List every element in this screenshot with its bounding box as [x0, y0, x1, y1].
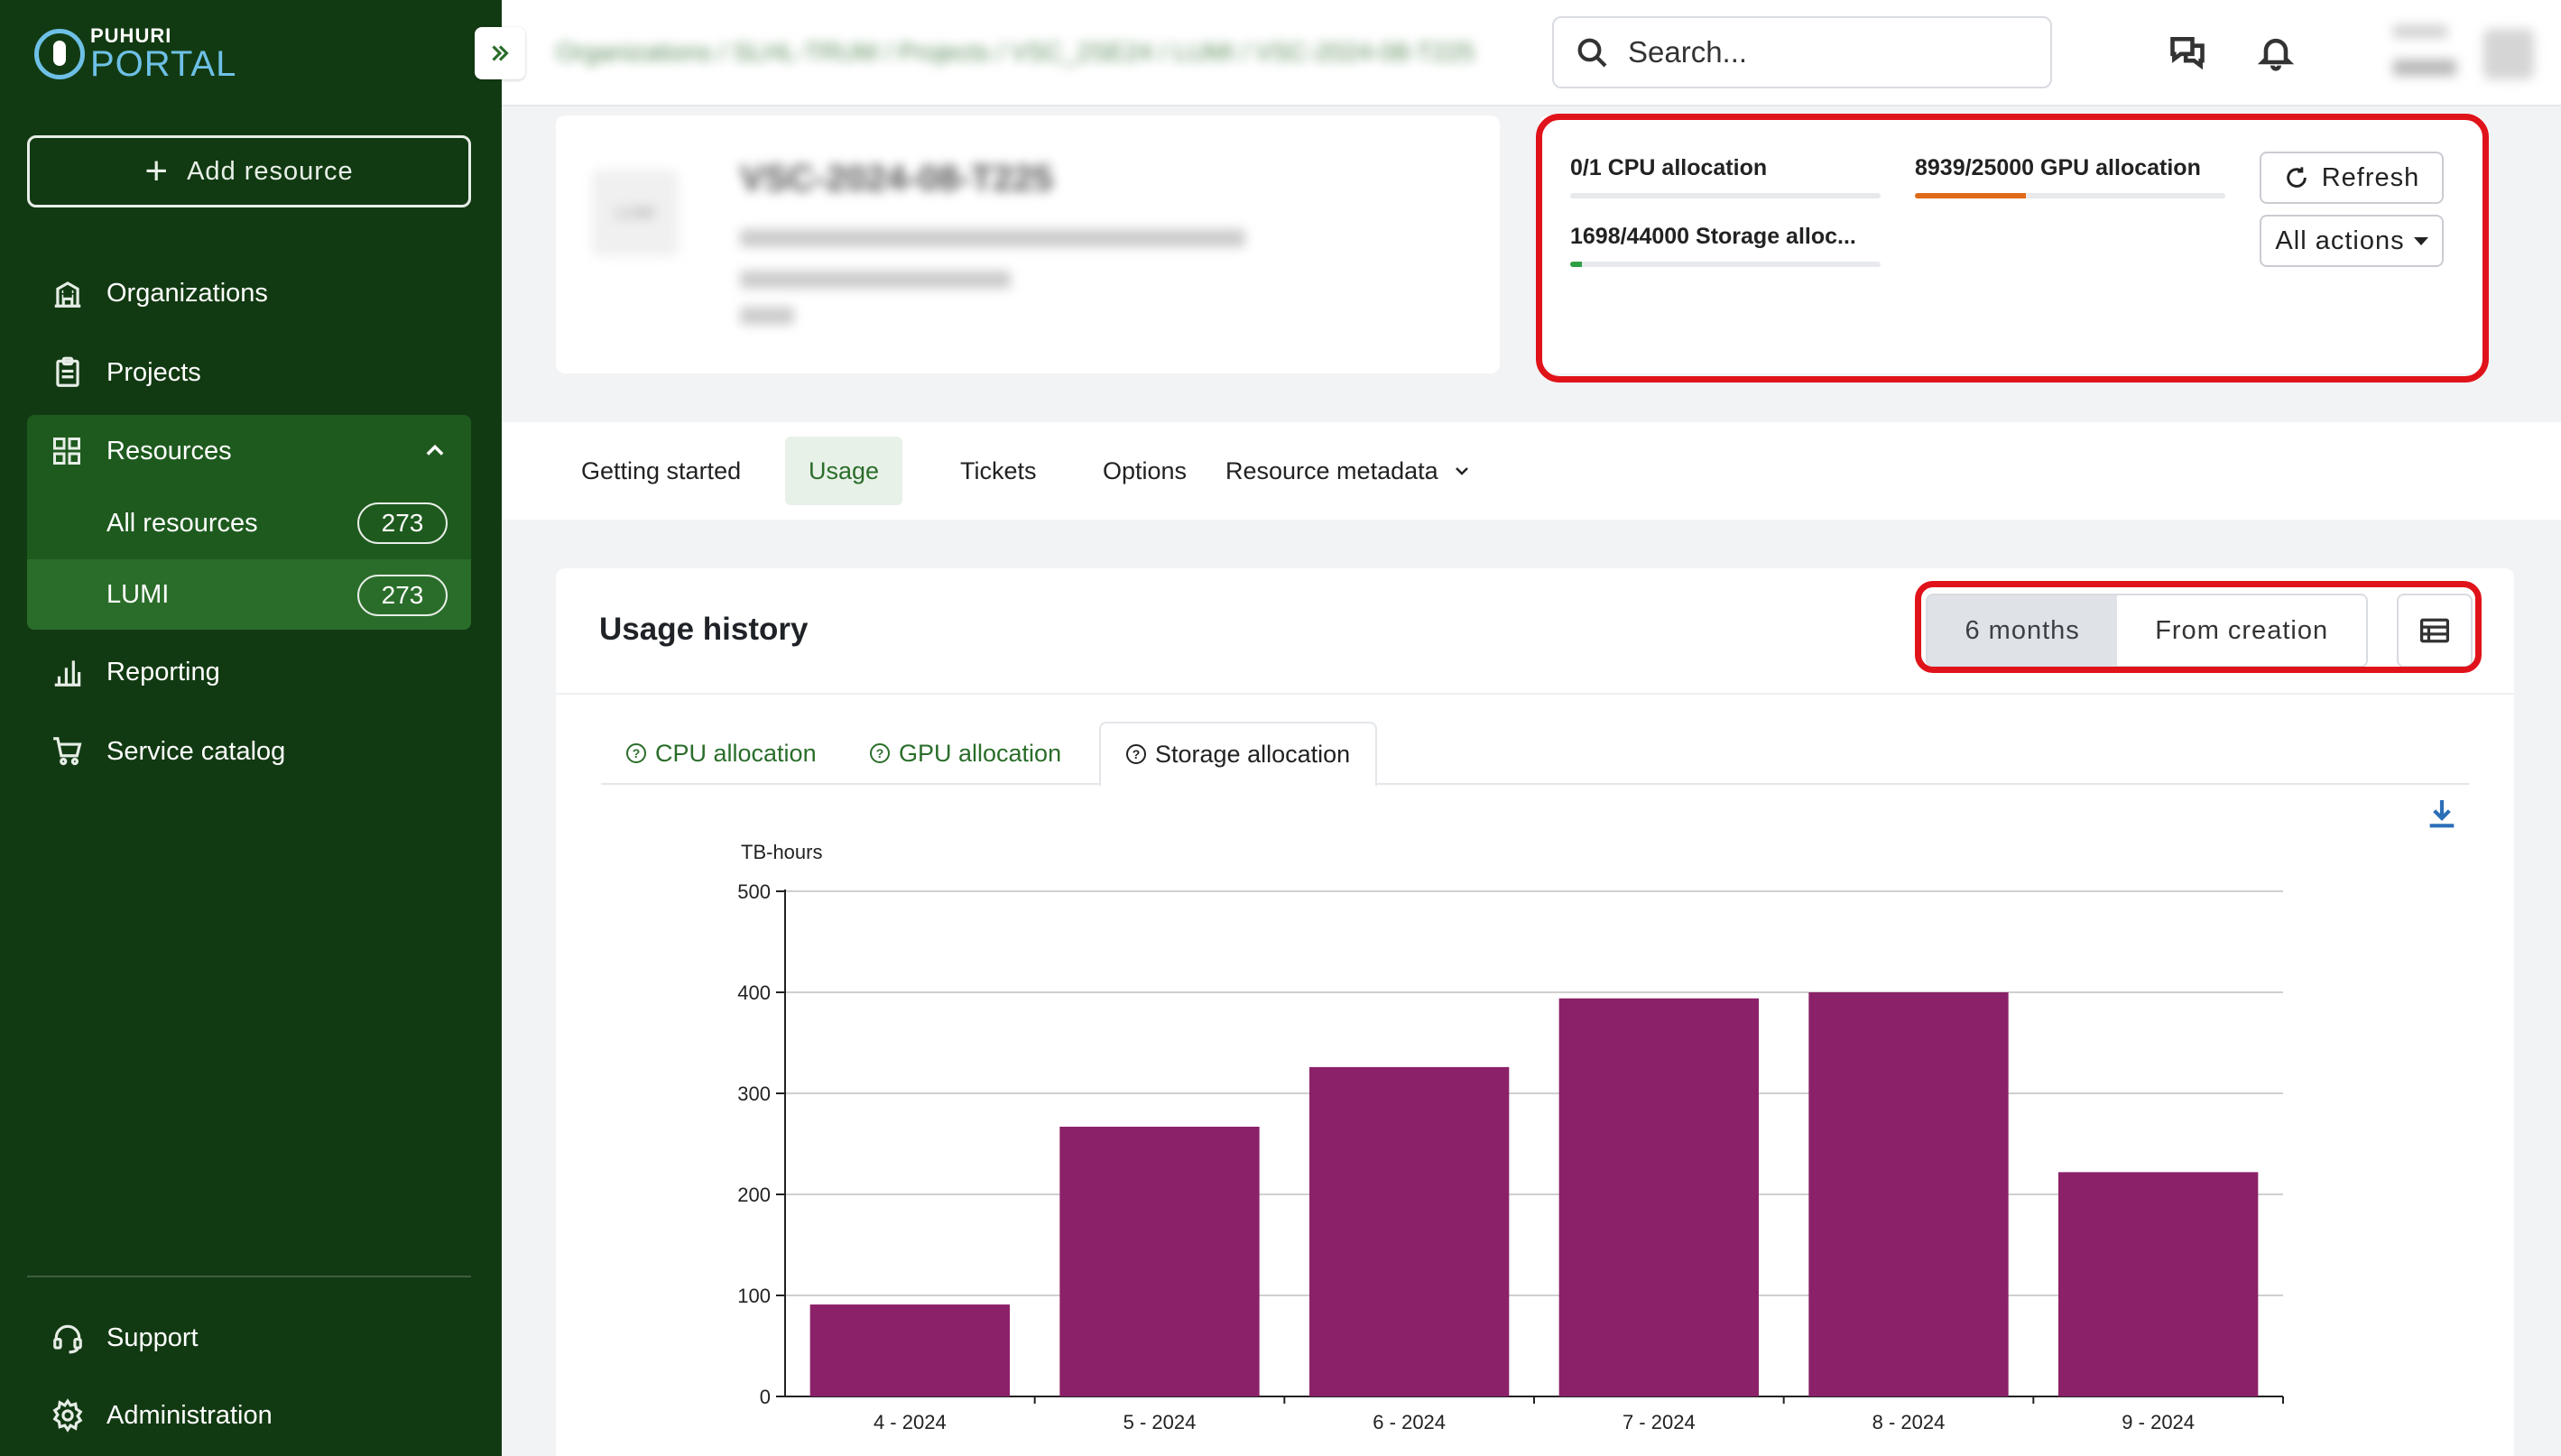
storage-allocation-fill — [1570, 262, 1583, 267]
storage-allocation-bar — [1570, 262, 1881, 267]
logo-small-text: PUHURI — [90, 24, 172, 47]
search-placeholder: Search... — [1628, 35, 1748, 69]
x-tick-label: 8 - 2024 — [1872, 1411, 1946, 1433]
tab-options[interactable]: Options — [1079, 437, 1210, 505]
sidebar-item-label: Administration — [106, 1400, 273, 1430]
bar-chart-icon — [54, 660, 81, 687]
x-tick-label: 4 - 2024 — [874, 1411, 947, 1433]
breadcrumb[interactable]: Organizations / SLHL-TRUM / Projects / V… — [556, 38, 1475, 67]
tab-usage[interactable]: Usage — [785, 437, 903, 505]
top-bar: Organizations / SLHL-TRUM / Projects / V… — [502, 0, 2561, 106]
bar-8-2024 — [1808, 992, 2009, 1396]
refresh-icon — [2286, 167, 2307, 188]
tab-label: Resource metadata — [1225, 456, 1438, 484]
sidebar-item-label: Projects — [106, 357, 201, 387]
sidebar-item-label: Resources — [106, 436, 232, 465]
y-axis-label: TB-hours — [741, 841, 822, 863]
sub-item-label: LUMI — [106, 579, 170, 609]
resource-title: VSC-2024-08-T225 — [740, 159, 1053, 198]
resources-section: Resources All resources 273 LUMI 273 — [27, 415, 471, 630]
sidebar: PUHURI PORTAL + Add resource Organizatio… — [0, 0, 502, 1456]
tab-tickets[interactable]: Tickets — [937, 437, 1060, 505]
plus-icon: + — [144, 149, 170, 193]
gpu-allocation-bar — [1915, 193, 2225, 198]
resource-tabs: Getting started Usage Tickets Options Re… — [502, 422, 2561, 520]
puhuri-portal-logo[interactable]: PUHURI PORTAL — [34, 25, 236, 83]
bar-4-2024 — [809, 1304, 1010, 1396]
refresh-label: Refresh — [2321, 162, 2420, 192]
chevron-down-icon — [1455, 467, 1468, 475]
refresh-button[interactable]: Refresh — [2260, 152, 2444, 204]
gear-icon — [52, 1398, 83, 1433]
search-icon — [1577, 38, 1607, 68]
cpu-allocation-bar — [1570, 193, 1881, 198]
sidebar-item-all-resources[interactable]: All resources 273 — [27, 487, 471, 559]
sidebar-item-projects[interactable]: Projects — [27, 339, 471, 406]
cart-icon — [53, 737, 82, 766]
storage-allocation-label: 1698/44000 Storage alloc... — [1570, 224, 1856, 249]
resource-logo: LUMI — [592, 170, 679, 256]
y-tick-label: 200 — [737, 1184, 771, 1206]
bell-icon[interactable] — [2256, 32, 2296, 72]
logo-big-text: PORTAL — [90, 44, 237, 84]
search-input[interactable]: Search... — [1552, 16, 2052, 88]
usage-history-card: Usage history 6 months From creation ? C… — [556, 568, 2514, 1456]
y-tick-label: 500 — [737, 880, 771, 903]
x-tick-label: 9 - 2024 — [2122, 1411, 2195, 1433]
sub-item-label: All resources — [106, 508, 258, 538]
sidebar-item-label: Organizations — [106, 278, 268, 308]
resource-header-card: LUMI VSC-2024-08-T225 — [556, 115, 1500, 373]
building-icon — [54, 281, 81, 308]
sidebar-item-lumi[interactable]: LUMI 273 — [27, 559, 471, 630]
x-tick-label: 7 - 2024 — [1623, 1411, 1696, 1433]
sidebar-item-service-catalog[interactable]: Service catalog — [27, 718, 471, 785]
y-tick-label: 300 — [737, 1083, 771, 1105]
count-badge: 273 — [357, 502, 448, 544]
gpu-allocation-fill — [1915, 193, 2026, 198]
sidebar-item-reporting[interactable]: Reporting — [27, 639, 471, 705]
bar-9-2024 — [2058, 1172, 2259, 1396]
clipboard-icon — [56, 356, 79, 387]
sidebar-item-label: Reporting — [106, 657, 220, 687]
sidebar-divider — [27, 1276, 471, 1277]
sidebar-item-administration[interactable]: Administration — [27, 1382, 471, 1449]
sidebar-item-label: Service catalog — [106, 736, 286, 766]
sidebar-item-resources[interactable]: Resources — [27, 415, 471, 487]
double-chevron-right-icon — [492, 45, 509, 61]
user-menu[interactable] — [2350, 20, 2548, 85]
collapse-sidebar-button[interactable] — [475, 27, 525, 79]
chat-icon[interactable] — [2168, 32, 2207, 72]
usage-bar-chart: TB-hours 0 100 200 300 400 500 4 - 2024 5 - 2024… — [737, 841, 2284, 1433]
caret-down-icon — [2413, 236, 2428, 245]
sidebar-item-support[interactable]: Support — [27, 1304, 471, 1371]
logo-icon — [34, 29, 85, 79]
count-badge: 273 — [357, 575, 448, 616]
tab-getting-started[interactable]: Getting started — [558, 437, 764, 505]
gpu-allocation-label: 8939/25000 GPU allocation — [1915, 155, 2201, 180]
bar-5-2024 — [1059, 1126, 1260, 1396]
cpu-allocation-label: 0/1 CPU allocation — [1570, 155, 1768, 180]
headset-icon — [53, 1324, 82, 1354]
all-actions-dropdown[interactable]: All actions — [2260, 215, 2444, 267]
avatar — [2483, 29, 2534, 79]
y-tick-label: 0 — [760, 1386, 771, 1408]
bar-7-2024 — [1558, 998, 1759, 1396]
allocation-summary-card: 0/1 CPU allocation 8939/25000 GPU alloca… — [1539, 115, 2483, 373]
add-resource-label: Add resource — [187, 156, 354, 186]
sidebar-item-label: Support — [106, 1322, 199, 1352]
y-tick-label: 400 — [737, 981, 771, 1004]
chevron-up-icon[interactable] — [422, 438, 448, 464]
grid-icon — [53, 438, 80, 465]
tab-resource-metadata[interactable]: Resource metadata — [1202, 437, 1496, 505]
add-resource-button[interactable]: + Add resource — [27, 135, 471, 207]
bar-6-2024 — [1309, 1066, 1510, 1396]
sidebar-item-organizations[interactable]: Organizations — [27, 260, 471, 327]
x-tick-label: 6 - 2024 — [1373, 1411, 1446, 1433]
x-tick-label: 5 - 2024 — [1123, 1411, 1197, 1433]
all-actions-label: All actions — [2275, 226, 2405, 255]
y-tick-label: 100 — [737, 1285, 771, 1307]
